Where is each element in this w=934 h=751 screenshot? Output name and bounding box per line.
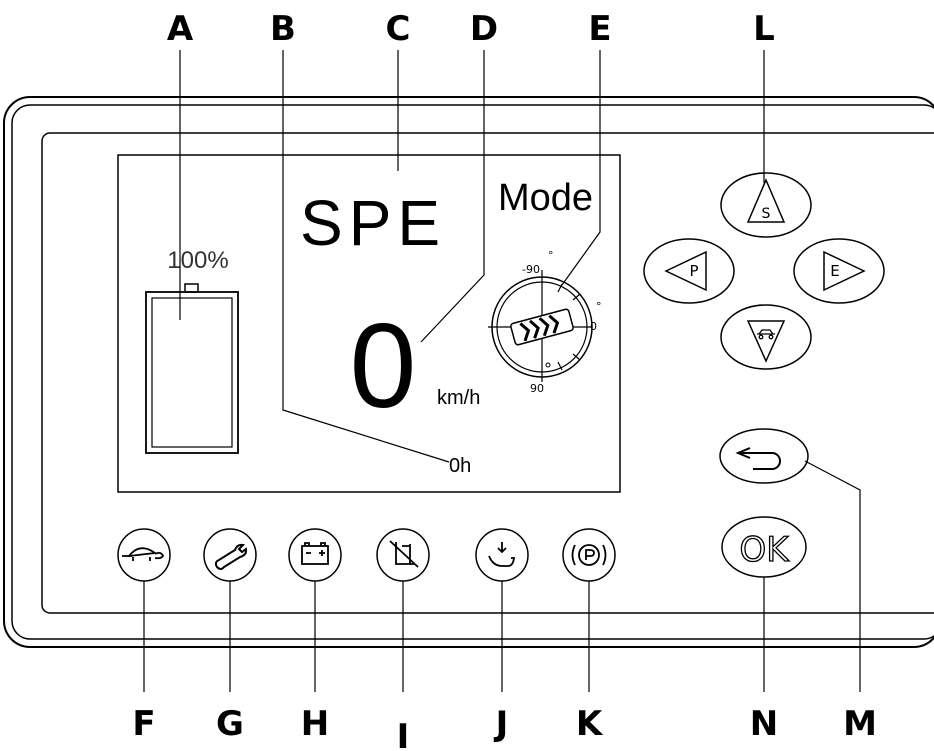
turtle-indicator [117, 528, 171, 582]
battery-gauge: 100% [145, 247, 239, 454]
mode-code: SPE [300, 187, 446, 259]
left-button[interactable]: P [643, 238, 735, 304]
callout-m: M [843, 704, 877, 744]
callout-b: B [270, 9, 296, 49]
up-button[interactable]: S [720, 172, 812, 238]
battery-percent: 100% [167, 247, 228, 274]
seat-belt-indicator [376, 528, 430, 582]
right-button[interactable]: E [793, 238, 885, 304]
callout-l: L [753, 9, 775, 49]
down-button[interactable] [720, 304, 812, 370]
callout-g: G [216, 704, 244, 744]
callout-h: H [301, 704, 329, 744]
instrument-panel-diagram: 100% SPE Mode 0 km/h 0h -90 0 90 ° ° S P… [3, 9, 934, 751]
callout-a: A [167, 9, 194, 49]
callout-k: K [576, 704, 604, 744]
callout-d: D [470, 9, 498, 49]
ok-button[interactable]: OK [721, 516, 807, 578]
callout-j: J [494, 704, 509, 744]
battery-charge-indicator [288, 528, 342, 582]
seat-indicator [475, 528, 529, 582]
right-button-label: E [830, 262, 839, 280]
leader-lines [143, 50, 861, 692]
callout-f: F [132, 704, 155, 744]
back-button[interactable] [719, 428, 809, 484]
hour-meter: 0h [449, 455, 471, 477]
left-button-label: P [689, 262, 698, 280]
callout-e: E [588, 9, 611, 49]
angle-label-pos: 90 [530, 382, 544, 395]
callout-c: C [386, 9, 411, 49]
ok-button-label: OK [739, 530, 790, 570]
up-button-label: S [762, 206, 771, 222]
speed-value: 0 [350, 299, 417, 433]
angle-label-neg: -90 [522, 263, 540, 276]
degree-mark-top: ° [548, 249, 554, 262]
speed-unit: km/h [437, 387, 480, 409]
degree-mark-right: ° [596, 300, 602, 313]
mode-label: Mode [498, 177, 593, 219]
parking-brake-indicator [562, 528, 616, 582]
wrench-indicator [203, 528, 257, 582]
callout-n: N [750, 704, 778, 744]
steering-angle-dial [488, 270, 593, 382]
angle-label-zero: 0 [590, 320, 597, 333]
callout-i: I [397, 717, 410, 751]
